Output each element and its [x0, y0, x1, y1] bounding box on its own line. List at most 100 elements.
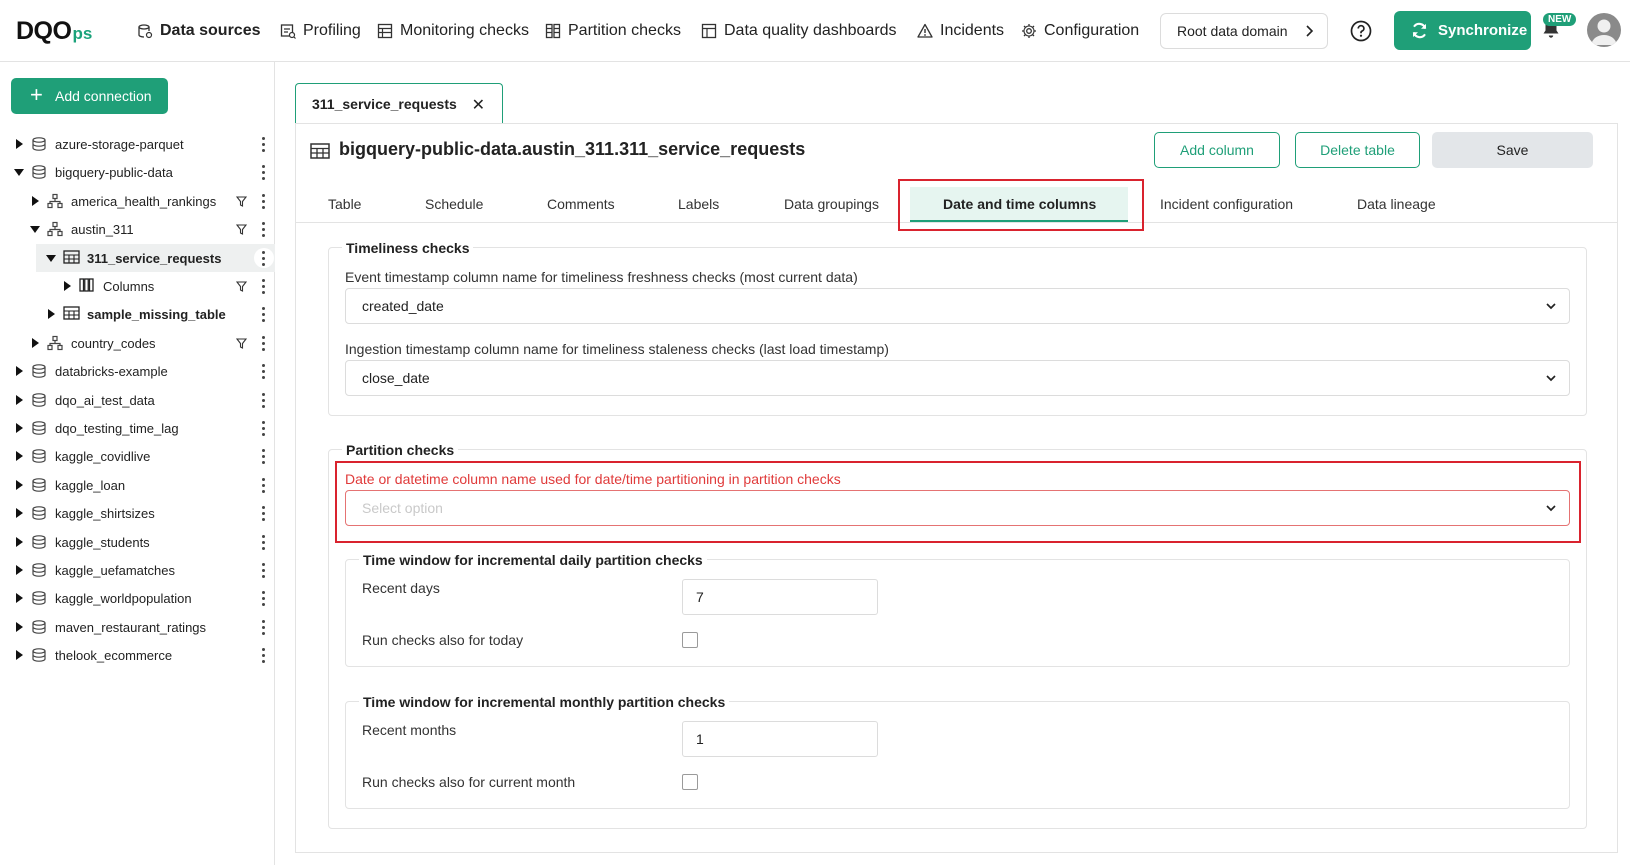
- tree-item-table[interactable]: sample_missing_table: [0, 300, 275, 328]
- filter-icon[interactable]: [235, 337, 248, 352]
- more-menu-icon[interactable]: [262, 193, 266, 212]
- tree-item-connection[interactable]: maven_restaurant_ratings: [0, 613, 275, 641]
- nav-item-incidents[interactable]: Incidents: [917, 0, 1004, 62]
- caret-right-icon[interactable]: [16, 621, 23, 632]
- add-column-button[interactable]: Add column: [1154, 132, 1280, 168]
- more-menu-icon[interactable]: [262, 279, 266, 297]
- tree-item-schema[interactable]: country_codes: [0, 329, 275, 357]
- tree-item-columns[interactable]: Columns: [0, 272, 275, 300]
- run-current-month-checkbox[interactable]: [682, 774, 698, 790]
- caret-right-icon[interactable]: [16, 565, 23, 575]
- tree-item-connection[interactable]: dqo_testing_time_lag: [0, 414, 275, 442]
- tree-item-connection[interactable]: kaggle_covidlive: [0, 442, 275, 470]
- tree-item-connection[interactable]: dqo_ai_test_data: [0, 386, 275, 414]
- caret-right-icon[interactable]: [16, 366, 23, 377]
- nav-item-monitoring-checks[interactable]: Monitoring checks: [377, 0, 529, 62]
- more-menu-icon[interactable]: [262, 222, 266, 240]
- tree-item-connection[interactable]: kaggle_students: [0, 528, 275, 556]
- recent-months-label: Recent months: [362, 722, 457, 738]
- caret-right-icon[interactable]: [16, 479, 23, 490]
- caret-right-icon[interactable]: [16, 451, 23, 462]
- filter-icon[interactable]: [235, 280, 248, 295]
- more-menu-icon[interactable]: [262, 449, 266, 467]
- tree-item-connection[interactable]: kaggle_worldpopulation: [0, 584, 275, 612]
- caret-right-icon[interactable]: [16, 423, 23, 433]
- nav-item-partition-checks[interactable]: Partition checks: [545, 0, 681, 62]
- caret-right-icon[interactable]: [16, 139, 23, 149]
- tree-item-schema[interactable]: america_health_rankings: [0, 187, 275, 215]
- user-avatar[interactable]: [1587, 13, 1621, 47]
- caret-right-icon[interactable]: [16, 536, 23, 547]
- caret-right-icon[interactable]: [48, 309, 55, 320]
- caret-right-icon[interactable]: [16, 508, 23, 519]
- daily-window-title: Time window for incremental daily partit…: [359, 552, 707, 568]
- tree-item-connection[interactable]: databricks-example: [0, 357, 275, 385]
- caret-down-icon[interactable]: [46, 254, 56, 262]
- help-icon[interactable]: [1350, 20, 1372, 42]
- more-menu-icon[interactable]: [262, 619, 266, 638]
- nav-item-configuration[interactable]: Configuration: [1021, 0, 1139, 62]
- database-icon: [31, 562, 47, 581]
- logo-suffix: ps: [72, 24, 93, 43]
- caret-down-icon[interactable]: [14, 169, 24, 177]
- ingestion-timestamp-select[interactable]: close_date: [345, 360, 1570, 396]
- more-menu-icon[interactable]: [262, 307, 266, 325]
- tree-item-schema[interactable]: austin_311: [0, 215, 275, 243]
- more-menu-icon[interactable]: [262, 648, 266, 666]
- tab-incident-configuration[interactable]: Incident configuration: [1160, 196, 1293, 212]
- more-menu-icon[interactable]: [262, 534, 266, 553]
- caret-right-icon[interactable]: [64, 281, 71, 291]
- delete-table-button[interactable]: Delete table: [1295, 132, 1420, 168]
- more-menu-icon[interactable]: [262, 506, 266, 524]
- tree-item-connection[interactable]: kaggle_loan: [0, 471, 275, 499]
- nav-item-dashboards[interactable]: Data quality dashboards: [701, 0, 897, 62]
- synchronize-button[interactable]: Synchronize: [1394, 11, 1531, 50]
- more-menu-icon[interactable]: [262, 250, 266, 269]
- caret-right-icon[interactable]: [32, 337, 39, 348]
- more-menu-icon[interactable]: [262, 165, 266, 183]
- open-table-tab[interactable]: 311_service_requests ✕: [295, 83, 503, 123]
- dqops-logo[interactable]: DQO ps: [16, 17, 92, 45]
- event-timestamp-select[interactable]: created_date: [345, 288, 1570, 324]
- tab-labels[interactable]: Labels: [678, 196, 719, 212]
- filter-icon[interactable]: [235, 223, 248, 238]
- more-menu-icon[interactable]: [262, 421, 266, 439]
- data-domain-selector[interactable]: Root data domain: [1160, 13, 1328, 49]
- tab-table[interactable]: Table: [328, 196, 361, 212]
- add-connection-button[interactable]: + Add connection: [11, 78, 168, 114]
- tree-item-connection[interactable]: thelook_ecommerce: [0, 641, 275, 669]
- filter-icon[interactable]: [235, 195, 248, 210]
- close-icon[interactable]: ✕: [472, 95, 485, 115]
- more-menu-icon[interactable]: [262, 137, 266, 155]
- more-menu-icon[interactable]: [262, 392, 266, 411]
- caret-right-icon[interactable]: [16, 593, 23, 604]
- tree-item-table[interactable]: 311_service_requests: [0, 243, 275, 272]
- add-connection-label: Add connection: [55, 88, 152, 104]
- nav-item-data-sources[interactable]: Data sources: [137, 0, 261, 62]
- tab-comments[interactable]: Comments: [547, 196, 615, 212]
- recent-months-input[interactable]: 1: [682, 721, 878, 757]
- tree-item-connection[interactable]: azure-storage-parquet: [0, 130, 275, 158]
- schema-icon: [47, 221, 63, 240]
- tab-schedule[interactable]: Schedule: [425, 196, 483, 212]
- more-menu-icon[interactable]: [262, 335, 266, 354]
- caret-right-icon[interactable]: [16, 394, 23, 405]
- tree-item-connection[interactable]: kaggle_uefamatches: [0, 556, 275, 584]
- caret-right-icon[interactable]: [32, 195, 39, 206]
- recent-days-input[interactable]: 7: [682, 579, 878, 615]
- table-icon: [310, 143, 330, 159]
- more-menu-icon[interactable]: [262, 477, 266, 496]
- tree-item-connection[interactable]: bigquery-public-data: [0, 158, 275, 186]
- more-menu-icon[interactable]: [262, 563, 266, 581]
- recent-days-label: Recent days: [362, 580, 440, 596]
- more-menu-icon[interactable]: [262, 591, 266, 609]
- tab-data-groupings[interactable]: Data groupings: [784, 196, 879, 212]
- save-button[interactable]: Save: [1432, 132, 1593, 168]
- caret-down-icon[interactable]: [30, 226, 40, 234]
- nav-item-profiling[interactable]: Profiling: [280, 0, 361, 62]
- more-menu-icon[interactable]: [262, 364, 266, 382]
- tab-data-lineage[interactable]: Data lineage: [1357, 196, 1436, 212]
- caret-right-icon[interactable]: [16, 650, 23, 661]
- run-today-checkbox[interactable]: [682, 632, 698, 648]
- tree-item-connection[interactable]: kaggle_shirtsizes: [0, 499, 275, 527]
